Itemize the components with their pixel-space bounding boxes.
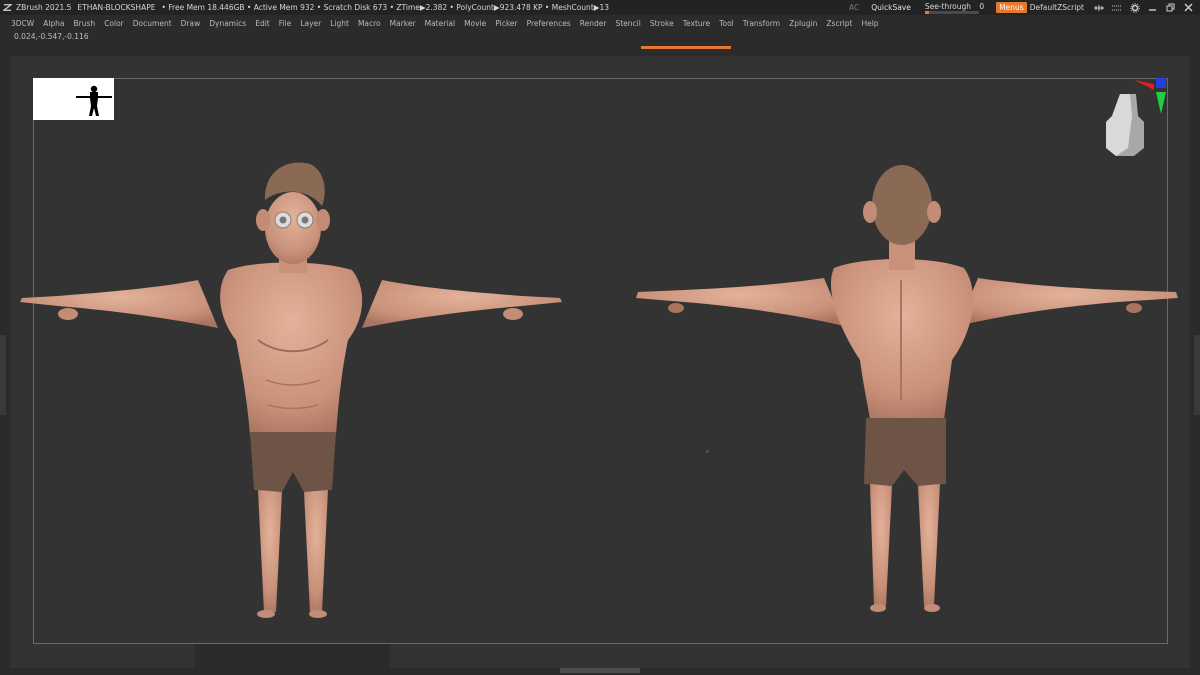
restore-icon[interactable] [1164, 2, 1177, 13]
see-through-fill [924, 11, 929, 14]
bottom-shelf-gap [195, 644, 390, 675]
gear-icon[interactable] [1128, 2, 1141, 13]
cursor-coordinates: 0.024,-0.547,-0.116 [14, 32, 89, 41]
menu-item-transform[interactable]: Transform [743, 19, 780, 28]
quicksave-button[interactable]: QuickSave [871, 3, 911, 12]
menu-item-stencil[interactable]: Stencil [615, 19, 640, 28]
menu-item-material[interactable]: Material [425, 19, 455, 28]
menu-item-brush[interactable]: Brush [74, 19, 96, 28]
memory-stats: • Free Mem 18.446GB • Active Mem 932 • S… [161, 3, 610, 12]
right-tray-handle[interactable] [1194, 335, 1200, 415]
title-bar: ZBrush 2021.5 ETHAN-BLOCKSHAPE • Free Me… [0, 0, 1200, 15]
navigation-cube[interactable] [1100, 76, 1170, 158]
menu-item-macro[interactable]: Macro [358, 19, 381, 28]
menus-button[interactable]: Menus [996, 2, 1027, 13]
menu-item-alpha[interactable]: Alpha [43, 19, 64, 28]
project-name: ETHAN-BLOCKSHAPE [77, 3, 156, 12]
back-view-model[interactable] [634, 150, 1182, 618]
minimize-icon[interactable] [1146, 2, 1159, 13]
lock-tool-icon[interactable] [1092, 2, 1105, 13]
menu-item-render[interactable]: Render [580, 19, 607, 28]
active-menu-indicator [641, 46, 731, 49]
dots-icon[interactable] [1110, 2, 1123, 13]
menu-item-draw[interactable]: Draw [181, 19, 201, 28]
menu-item-zscript[interactable]: Zscript [826, 19, 852, 28]
menu-item-stroke[interactable]: Stroke [650, 19, 674, 28]
see-through-slider[interactable]: See-through 0 [924, 2, 985, 14]
menu-item-3dcw[interactable]: 3DCW [11, 19, 34, 28]
menu-item-document[interactable]: Document [133, 19, 172, 28]
see-through-label: See-through [924, 2, 972, 11]
navigation-thumbnail[interactable] [33, 78, 114, 120]
menu-item-marker[interactable]: Marker [390, 19, 416, 28]
menu-item-color[interactable]: Color [104, 19, 124, 28]
default-zscript-button[interactable]: DefaultZScript [1030, 3, 1084, 12]
menu-item-edit[interactable]: Edit [255, 19, 270, 28]
menu-item-tool[interactable]: Tool [719, 19, 734, 28]
front-view-model[interactable] [18, 150, 566, 625]
menu-item-light[interactable]: Light [330, 19, 349, 28]
menu-item-layer[interactable]: Layer [300, 19, 321, 28]
ac-label[interactable]: AC [849, 3, 859, 12]
stray-marker [706, 450, 709, 453]
menu-item-picker[interactable]: Picker [495, 19, 517, 28]
left-tray-handle[interactable] [0, 335, 6, 415]
menu-item-help[interactable]: Help [861, 19, 878, 28]
menu-item-dynamics[interactable]: Dynamics [209, 19, 246, 28]
bottom-tray-handle[interactable] [560, 668, 640, 673]
menu-item-preferences[interactable]: Preferences [527, 19, 571, 28]
close-icon[interactable] [1182, 2, 1195, 13]
app-version: ZBrush 2021.5 [16, 3, 72, 12]
menu-item-movie[interactable]: Movie [464, 19, 486, 28]
head-gizmo-icon [1106, 78, 1166, 156]
menu-item-zplugin[interactable]: Zplugin [789, 19, 817, 28]
main-menu-bar: 3DCW Alpha Brush Color Document Draw Dynamics E… [0, 16, 1200, 30]
menu-item-file[interactable]: File [279, 19, 292, 28]
silhouette-icon [76, 85, 112, 116]
menu-item-texture[interactable]: Texture [683, 19, 710, 28]
zbrush-logo-icon [3, 4, 12, 11]
see-through-value: 0 [979, 2, 985, 11]
